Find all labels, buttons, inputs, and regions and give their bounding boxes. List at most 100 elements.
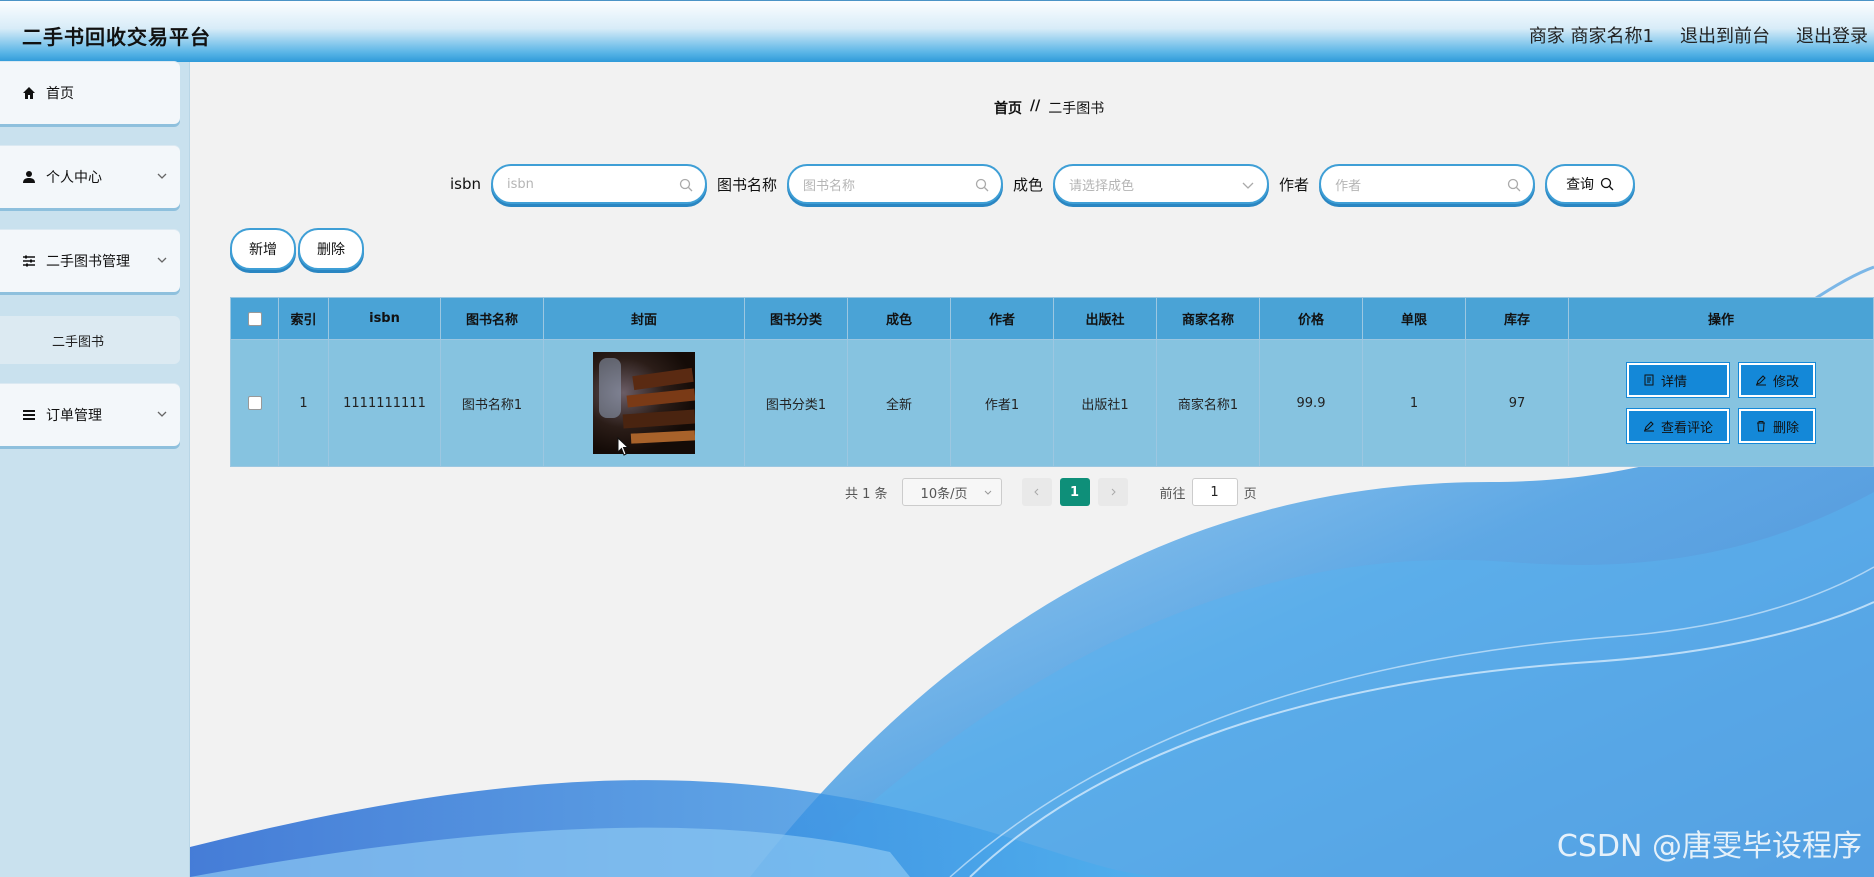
chevron-down-icon <box>157 257 167 263</box>
main-content: 首页 // 二手图书 isbn isbn 图书名称 图书名称 成色 请选择成色 … <box>190 62 1874 877</box>
action-buttons: 新增 删除 <box>230 228 364 270</box>
column-header: 出版社 <box>1053 297 1157 340</box>
view-comments-button[interactable]: 查看评论 <box>1625 408 1731 444</box>
book-name-label: 图书名称 <box>717 175 778 194</box>
column-header: 封面 <box>543 297 745 340</box>
chevron-right-icon <box>1111 488 1116 496</box>
page-size-value: 10条/页 <box>920 486 968 502</box>
add-button[interactable]: 新增 <box>230 228 296 270</box>
current-user-label: 商家 商家名称1 <box>1528 26 1654 47</box>
cell-price: 99.9 <box>1259 339 1363 467</box>
row-checkbox[interactable] <box>247 396 262 410</box>
breadcrumb-home[interactable]: 首页 <box>994 98 1022 118</box>
cell-publisher: 出版社1 <box>1053 339 1157 467</box>
chevron-down-icon <box>984 490 991 495</box>
edit-icon <box>1756 375 1766 386</box>
search-icon <box>1507 178 1521 192</box>
book-cover-image[interactable] <box>593 352 695 454</box>
mouse-cursor-icon <box>617 437 630 456</box>
cell-cover <box>543 339 745 467</box>
cell-stock: 97 <box>1465 339 1569 467</box>
header-links: 商家 商家名称1 退出到前台 退出登录 <box>1529 22 1868 48</box>
column-header: 价格 <box>1259 297 1363 340</box>
sidebar-item-home[interactable]: 首页 <box>0 62 180 124</box>
breadcrumb-separator: // <box>1030 98 1041 114</box>
pagination: 共 1 条 10条/页 1 前往 1 页 <box>845 478 1257 506</box>
home-icon <box>22 86 36 100</box>
page-number-current[interactable]: 1 <box>1059 478 1090 506</box>
goto-label: 前往 <box>1159 486 1186 502</box>
sidebar-item-orders[interactable]: 订单管理 <box>0 384 180 446</box>
isbn-label: isbn <box>450 175 482 193</box>
cell-category: 图书分类1 <box>744 339 848 467</box>
column-header: 图书名称 <box>440 297 544 340</box>
cell-operations: 详情 修改 查看评论 删除 <box>1568 339 1874 467</box>
chevron-left-icon <box>1033 488 1038 496</box>
breadcrumb: 首页 // 二手图书 <box>994 98 1104 118</box>
cell-merchant: 商家名称1 <box>1156 339 1260 467</box>
sidebar-item-book-manage[interactable]: 二手图书管理 <box>0 230 180 292</box>
column-header: 库存 <box>1465 297 1569 340</box>
breadcrumb-current: 二手图书 <box>1048 101 1105 117</box>
column-header: 作者 <box>950 297 1054 340</box>
cell-author: 作者1 <box>950 339 1054 467</box>
sliders-icon <box>22 254 36 268</box>
edit-icon <box>1643 421 1654 432</box>
column-header: 成色 <box>847 297 951 340</box>
sidebar-subitem-used-books[interactable]: 二手图书 <box>0 316 180 364</box>
cell-condition: 全新 <box>847 339 951 467</box>
author-input[interactable]: 作者 <box>1319 164 1536 204</box>
back-to-front-link[interactable]: 退出到前台 <box>1680 22 1770 48</box>
sidebar: 首页 个人中心 二手图书管理 二手图书 订单管理 <box>0 62 190 877</box>
condition-select[interactable]: 请选择成色 <box>1053 164 1270 204</box>
author-placeholder: 作者 <box>1335 178 1362 194</box>
chevron-down-icon <box>1242 182 1254 189</box>
trash-icon <box>1757 421 1765 432</box>
delete-button-label: 删除 <box>1773 420 1800 436</box>
cell-index: 1 <box>278 339 329 467</box>
page-size-select[interactable]: 10条/页 <box>901 478 1002 506</box>
isbn-input[interactable]: isbn <box>491 164 708 204</box>
chevron-down-icon <box>157 173 167 179</box>
document-icon <box>1644 374 1654 386</box>
cell-isbn: 1111111111 <box>328 339 441 467</box>
table-header-row: 索引 isbn 图书名称 封面 图书分类 成色 作者 出版社 商家名称 价格 单… <box>230 297 1874 340</box>
search-icon <box>975 178 989 192</box>
condition-label: 成色 <box>1013 175 1044 194</box>
goto-page-input[interactable]: 1 <box>1191 478 1238 506</box>
search-icon <box>1600 177 1614 191</box>
row-select-cell[interactable] <box>230 339 279 467</box>
book-name-input[interactable]: 图书名称 <box>787 164 1004 204</box>
sidebar-item-label: 二手图书管理 <box>46 254 130 270</box>
next-page-button[interactable] <box>1097 478 1128 506</box>
search-bar: isbn isbn 图书名称 图书名称 成色 请选择成色 作者 作者 查询 <box>450 164 1636 204</box>
sidebar-item-label: 个人中心 <box>46 170 102 186</box>
cell-limit: 1 <box>1362 339 1466 467</box>
column-header: 索引 <box>278 297 329 340</box>
view-comments-button-label: 查看评论 <box>1660 420 1713 436</box>
top-header: 二手书回收交易平台 商家 商家名称1 退出到前台 退出登录 <box>0 0 1874 62</box>
delete-button[interactable]: 删除 <box>1737 408 1817 444</box>
sidebar-item-label: 首页 <box>46 86 74 102</box>
column-header: 操作 <box>1568 297 1874 340</box>
search-icon <box>679 178 693 192</box>
batch-delete-button[interactable]: 删除 <box>298 228 364 270</box>
watermark: CSDN @唐雯毕设程序 <box>1556 829 1862 864</box>
app-title: 二手书回收交易平台 <box>22 25 211 49</box>
detail-button[interactable]: 详情 <box>1625 362 1731 398</box>
author-label: 作者 <box>1279 175 1310 194</box>
total-count: 共 1 条 <box>845 486 888 502</box>
logout-link[interactable]: 退出登录 <box>1796 22 1868 48</box>
query-button-label: 查询 <box>1566 177 1595 193</box>
column-header: 商家名称 <box>1156 297 1260 340</box>
query-button[interactable]: 查询 <box>1545 164 1636 204</box>
select-all-checkbox[interactable] <box>247 311 262 326</box>
select-all-header[interactable] <box>230 297 279 340</box>
column-header: 单限 <box>1362 297 1466 340</box>
sidebar-item-profile[interactable]: 个人中心 <box>0 146 180 208</box>
user-icon <box>22 170 36 184</box>
prev-page-button[interactable] <box>1021 478 1052 506</box>
edit-button[interactable]: 修改 <box>1737 362 1817 398</box>
sidebar-item-label: 订单管理 <box>46 408 102 424</box>
table-row: 1 1111111111 图书名称1 图书分类1 全新 作者1 出版社1 商家名… <box>230 339 1874 467</box>
